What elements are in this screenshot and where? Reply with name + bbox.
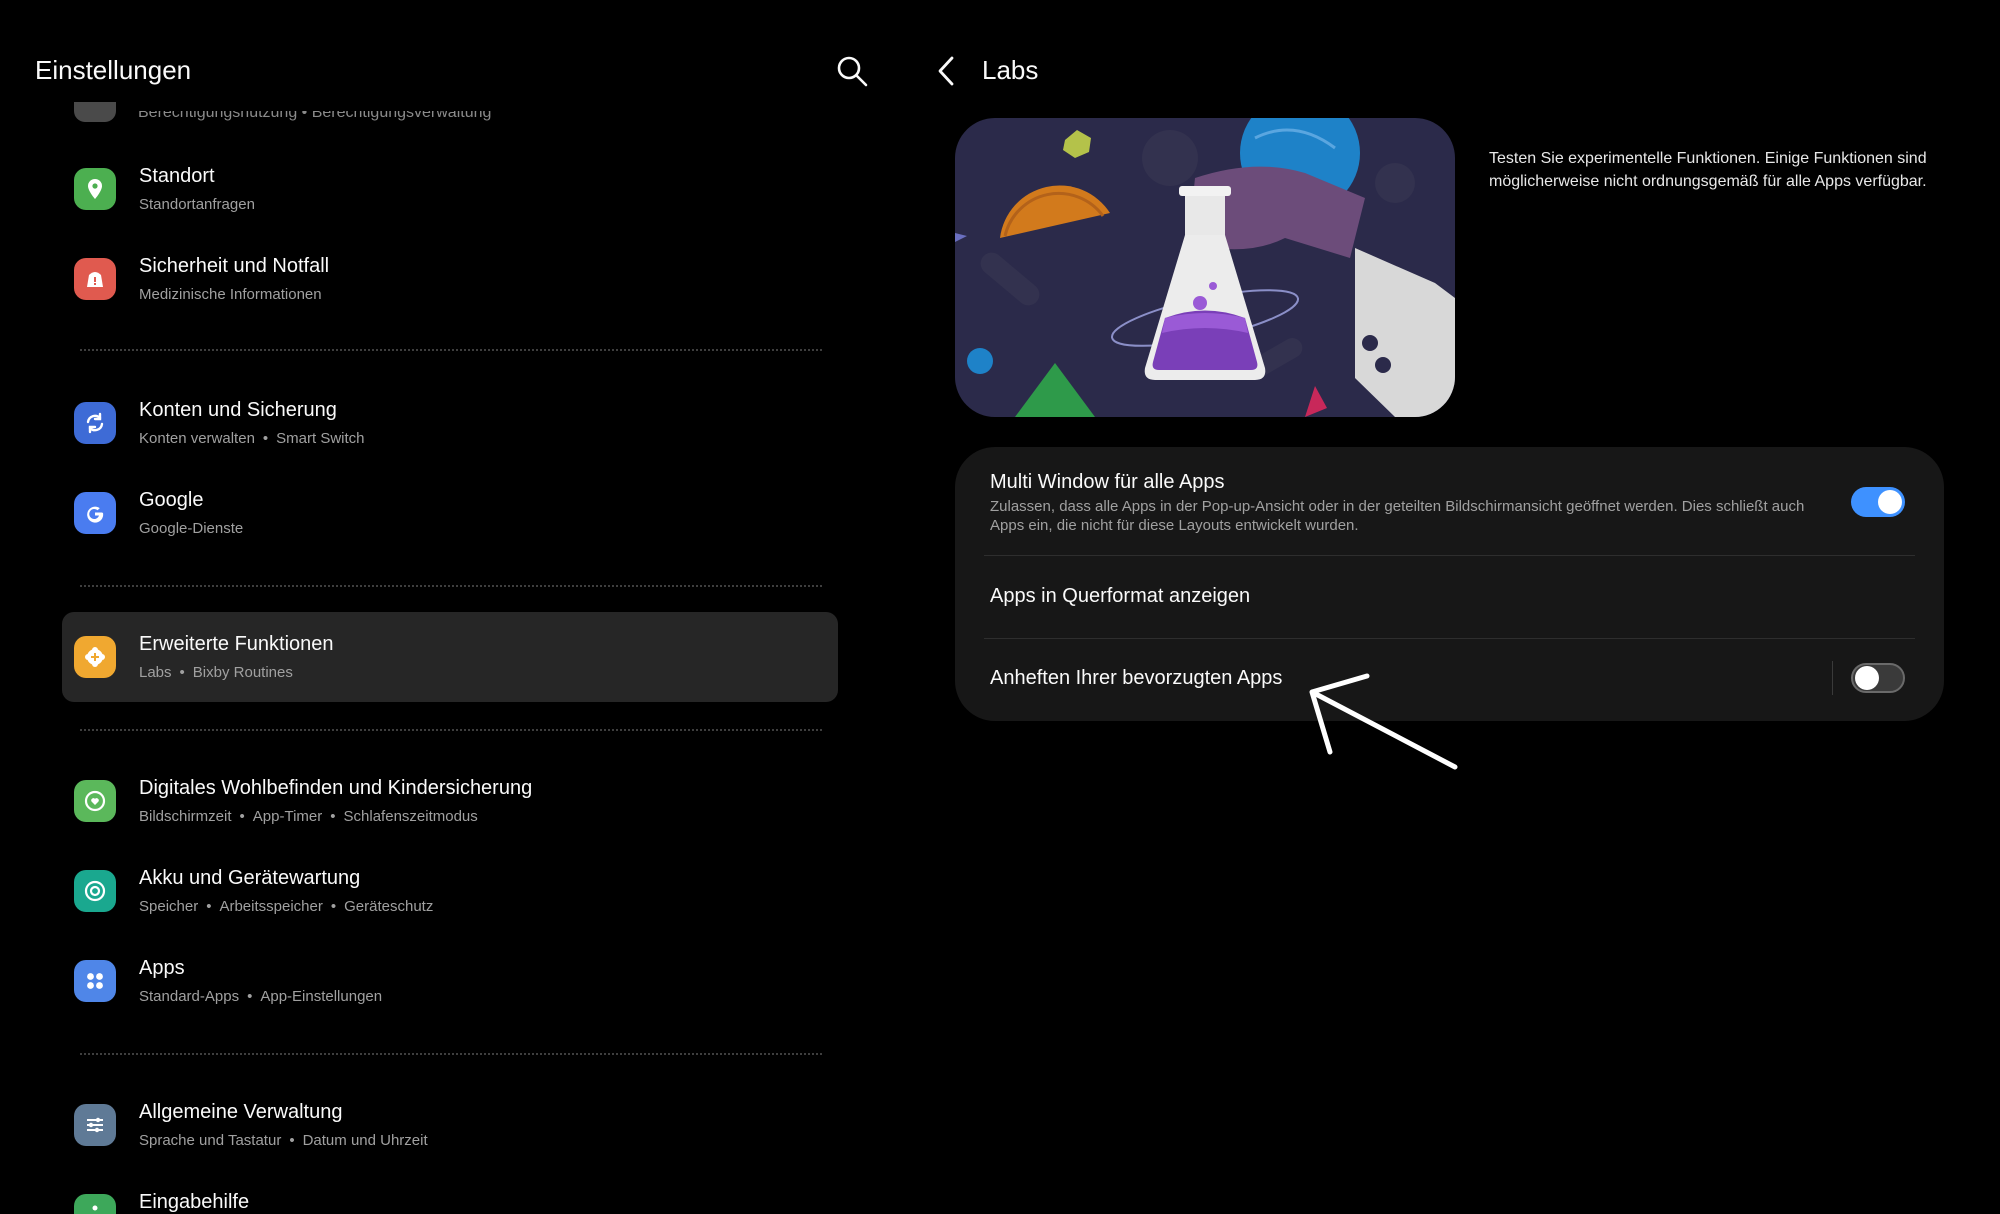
row-title: Multi Window für alle Apps xyxy=(990,471,1225,493)
multi-window-row[interactable]: Multi Window für alle Apps Zulassen, das… xyxy=(955,447,1944,557)
settings-item-konten[interactable]: Konten und Sicherung Konten verwalten • Sma… xyxy=(62,378,838,468)
settings-item-subtitle: Medizinische Informationen xyxy=(139,286,322,303)
subtitle-part: Konten verwalten xyxy=(139,430,255,447)
toggle-knob xyxy=(1855,666,1879,690)
settings-item-subtitle: Standard-Apps • App-Einstellungen xyxy=(139,988,382,1005)
subtitle-part: App-Einstellungen xyxy=(260,988,383,1005)
settings-item-subtitle: Speicher • Arbeitsspeicher • Geräteschutz xyxy=(139,898,433,915)
multi-window-toggle[interactable] xyxy=(1851,487,1905,517)
section-divider xyxy=(80,349,822,351)
settings-item-title: Digitales Wohlbefinden und Kindersicheru… xyxy=(139,777,533,799)
separator-dot: • xyxy=(262,430,269,447)
separator-dot: • xyxy=(206,898,212,915)
subtitle-part: Google-Dienste xyxy=(139,520,244,537)
pin-apps-row[interactable]: Anheften Ihrer bevorzugten Apps xyxy=(955,639,1944,721)
settings-item-standort[interactable]: Standort Standortanfragen xyxy=(62,144,838,234)
settings-item-title: Standort xyxy=(139,165,215,187)
settings-item-subtitle: Google-Dienste xyxy=(139,520,243,537)
settings-item-allgemein[interactable]: Allgemeine Verwaltung Sprache und Tastatu… xyxy=(62,1080,838,1170)
search-icon[interactable] xyxy=(835,54,869,88)
accessibility-icon xyxy=(74,1194,116,1214)
settings-item-wohlbefinden[interactable]: Digitales Wohlbefinden und Kindersicheru… xyxy=(62,756,838,846)
subtitle-part: App-Timer xyxy=(252,808,323,825)
settings-item-erweitert[interactable]: Erweiterte Funktionen Labs • Bixby Routines xyxy=(62,612,838,702)
settings-item-akku[interactable]: Akku und Gerätewartung Speicher • Arbeitssp… xyxy=(62,846,838,936)
subtitle-part: Speicher xyxy=(139,898,199,915)
permissions-icon xyxy=(74,102,116,122)
settings-item-subtitle: Labs • Bixby Routines xyxy=(139,664,293,681)
separator-dot: • xyxy=(239,808,245,825)
pin-apps-toggle[interactable] xyxy=(1851,663,1905,693)
row-title: Anheften Ihrer bevorzugten Apps xyxy=(990,667,1283,689)
settings-item-eingabehilfe[interactable]: Eingabehilfe xyxy=(62,1170,838,1214)
location-pin-icon xyxy=(74,168,116,210)
landscape-apps-row[interactable]: Apps in Querformat anzeigen xyxy=(955,556,1944,638)
google-icon xyxy=(74,492,116,534)
sync-icon xyxy=(74,402,116,444)
section-divider xyxy=(80,729,822,731)
subtitle-part: Standortanfragen xyxy=(139,196,255,213)
battery-care-icon xyxy=(74,870,116,912)
subtitle-part: Arbeitsspeicher xyxy=(219,898,323,915)
clipped-item-subtitle: Berechtigungsnutzung • Berechtigungsverw… xyxy=(138,104,492,121)
settings-item-title: Konten und Sicherung xyxy=(139,399,337,421)
labs-description: Testen Sie experimentelle Funktionen. Ei… xyxy=(1489,150,1927,190)
heart-circle-icon xyxy=(74,780,116,822)
settings-item-google[interactable]: Google Google-Dienste xyxy=(62,468,838,558)
settings-item-title: Allgemeine Verwaltung xyxy=(139,1101,343,1123)
settings-item-title: Apps xyxy=(139,957,185,979)
subtitle-part: Medizinische Informationen xyxy=(139,286,322,303)
emergency-icon xyxy=(74,258,116,300)
settings-item-subtitle: Bildschirmzeit • App-Timer • Schlafenszeitmo… xyxy=(139,808,478,825)
settings-item-subtitle: Sprache und Tastatur • Datum und Uhrzeit xyxy=(139,1132,428,1149)
settings-item-subtitle: Konten verwalten • Smart Switch xyxy=(139,430,365,447)
section-divider xyxy=(80,585,822,587)
subtitle-part: Bixby Routines xyxy=(192,664,293,681)
labs-pane: Labs Testen Sie experimentelle Funktione… xyxy=(880,0,2000,1214)
settings-item-title: Eingabehilfe xyxy=(139,1191,250,1213)
separator-dot: • xyxy=(247,988,253,1005)
section-divider xyxy=(80,1053,822,1055)
sliders-icon xyxy=(74,1104,116,1146)
subtitle-part: Standard-Apps xyxy=(139,988,240,1005)
row-description: Zulassen, dass alle Apps in der Pop-up-A… xyxy=(990,498,1805,534)
row-separator xyxy=(1832,661,1833,695)
page-title: Einstellungen xyxy=(35,55,192,85)
subtitle-part: Geräteschutz xyxy=(344,898,434,915)
apps-grid-icon xyxy=(74,960,116,1002)
settings-item-title: Erweiterte Funktionen xyxy=(139,633,334,655)
labs-settings-card: Multi Window für alle Apps Zulassen, das… xyxy=(955,447,1944,721)
gear-plus-icon xyxy=(74,636,116,678)
subtitle-part: Schlafenszeitmodus xyxy=(343,808,478,825)
settings-item-title: Akku und Gerätewartung xyxy=(139,867,361,889)
subtitle-part: Bildschirmzeit xyxy=(139,808,232,825)
labs-illustration xyxy=(955,118,1455,417)
settings-item-title: Sicherheit und Notfall xyxy=(139,255,330,277)
subtitle-part: Datum und Uhrzeit xyxy=(302,1132,428,1149)
separator-dot: • xyxy=(330,808,336,825)
settings-pane: Einstellungen Berechtigungsnutzung • Ber… xyxy=(0,0,880,1214)
settings-item-subtitle: Standortanfragen xyxy=(139,196,255,213)
subtitle-part: Sprache und Tastatur xyxy=(139,1132,282,1149)
separator-dot: • xyxy=(289,1132,295,1149)
toggle-knob xyxy=(1878,490,1902,514)
separator-dot: • xyxy=(179,664,185,681)
separator-dot: • xyxy=(330,898,337,915)
settings-item-sicherheit[interactable]: Sicherheit und Notfall Medizinische Infor… xyxy=(62,234,838,324)
back-arrow-icon[interactable] xyxy=(932,54,962,88)
subtitle-part: Labs xyxy=(139,664,172,681)
settings-item-title: Google xyxy=(139,489,204,511)
page-title-labs: Labs xyxy=(982,55,1039,85)
subtitle-part: Smart Switch xyxy=(276,430,365,447)
settings-item-apps[interactable]: Apps Standard-Apps • App-Einstellungen xyxy=(62,936,838,1026)
row-title: Apps in Querformat anzeigen xyxy=(990,585,1251,607)
